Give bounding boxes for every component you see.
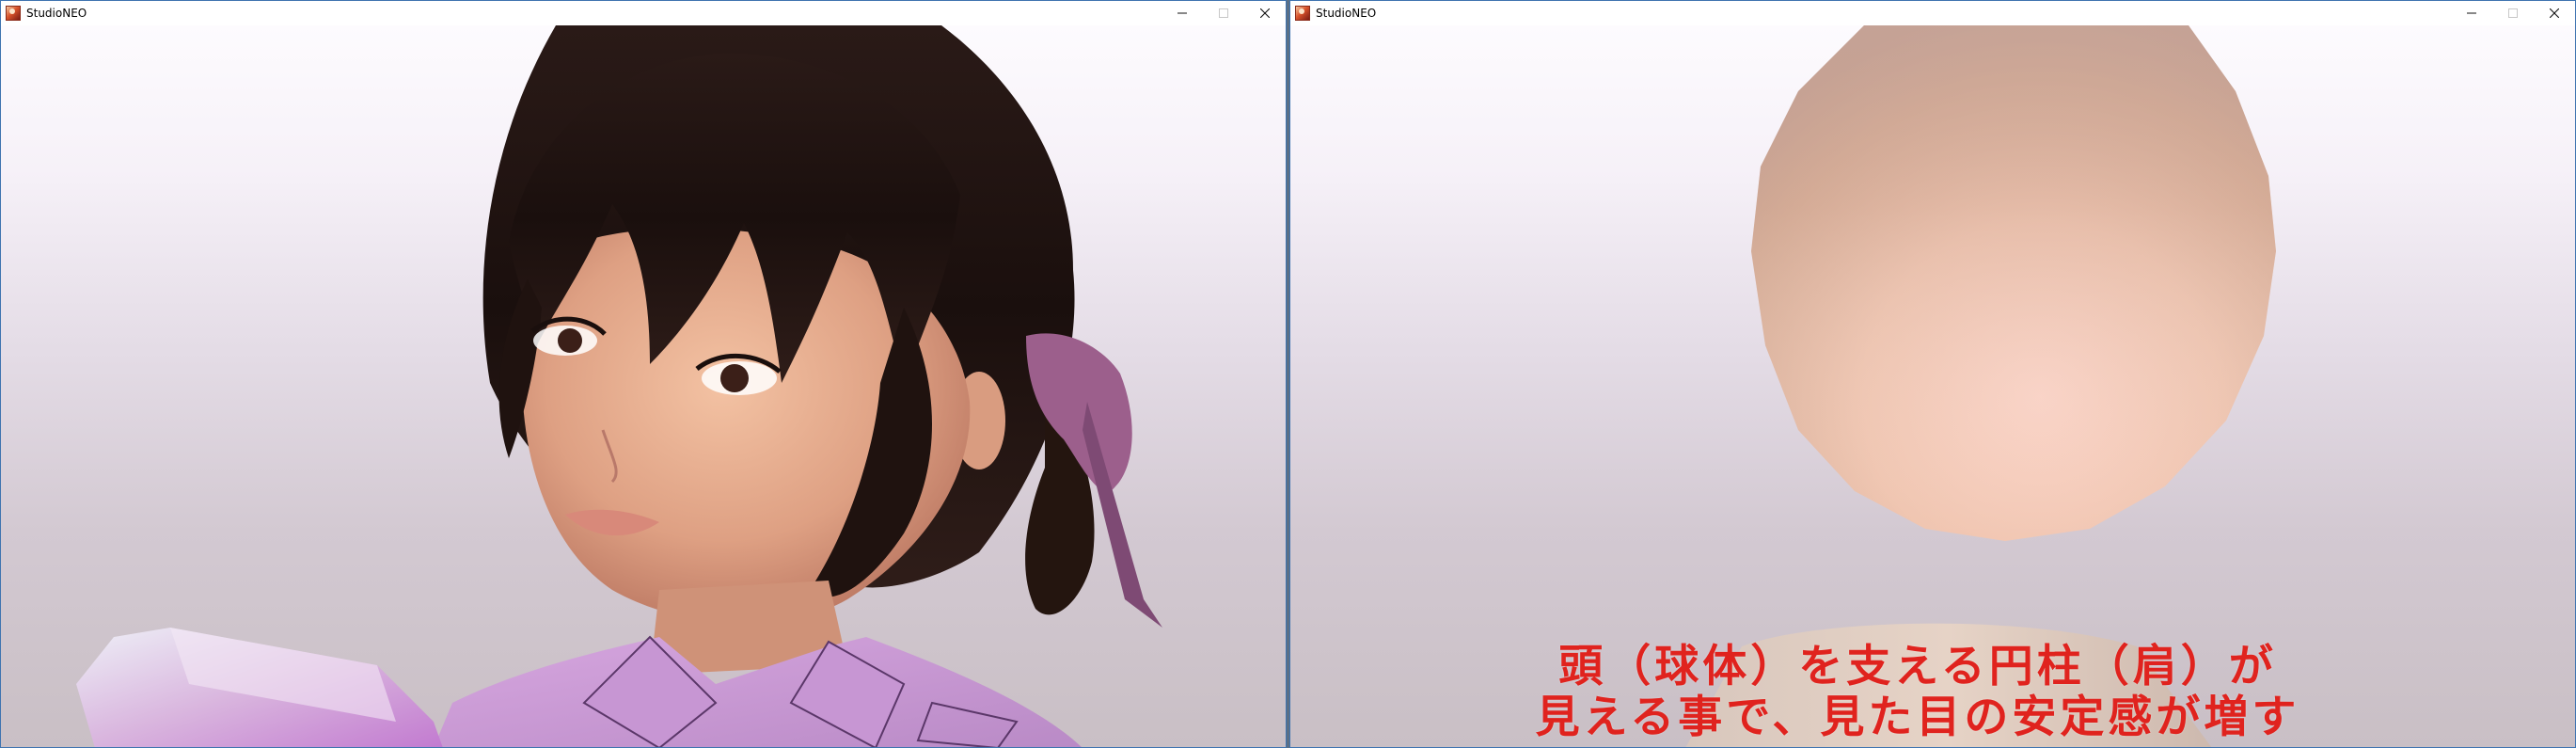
close-button[interactable] (1244, 1, 1286, 25)
studioneo-window-left: StudioNEO (0, 0, 1287, 748)
studioneo-app-icon[interactable] (6, 6, 21, 21)
sphere-cylinder-render (1685, 25, 2276, 747)
desktop: StudioNEO StudioNEO 頭（球体）を支える円柱（肩）が 見える事… (0, 0, 2576, 748)
minimize-icon (2467, 12, 2476, 14)
minimize-icon (1177, 12, 1187, 14)
window-title: StudioNEO (1316, 7, 1377, 20)
caption-line-1: 頭（球体）を支える円柱（肩）が (1558, 641, 2277, 692)
window-title: StudioNEO (26, 7, 87, 20)
close-button[interactable] (2534, 1, 2575, 25)
maximize-icon (1219, 8, 1228, 18)
maximize-button[interactable] (1203, 1, 1244, 25)
caption-line-2: 見える事で、見た目の安定感が増す (1535, 692, 2300, 743)
maximize-button[interactable] (2492, 1, 2534, 25)
title-bar[interactable]: StudioNEO (1, 1, 1286, 25)
window-controls (2451, 1, 2575, 25)
title-bar[interactable]: StudioNEO (1290, 1, 2575, 25)
minimize-button[interactable] (2451, 1, 2492, 25)
maximize-icon (2508, 8, 2518, 18)
minimize-button[interactable] (1162, 1, 1203, 25)
studioneo-app-icon[interactable] (1295, 6, 1310, 21)
3d-viewport-left[interactable] (1, 25, 1286, 747)
close-icon (1260, 8, 1270, 18)
close-icon (2550, 8, 2559, 18)
studioneo-window-right: StudioNEO 頭（球体）を支える円柱（肩）が 見える事で、見た目の安定感が… (1289, 0, 2576, 748)
window-controls (1162, 1, 1286, 25)
character-render (76, 25, 1162, 747)
3d-viewport-right[interactable]: 頭（球体）を支える円柱（肩）が 見える事で、見た目の安定感が増す (1290, 25, 2575, 747)
